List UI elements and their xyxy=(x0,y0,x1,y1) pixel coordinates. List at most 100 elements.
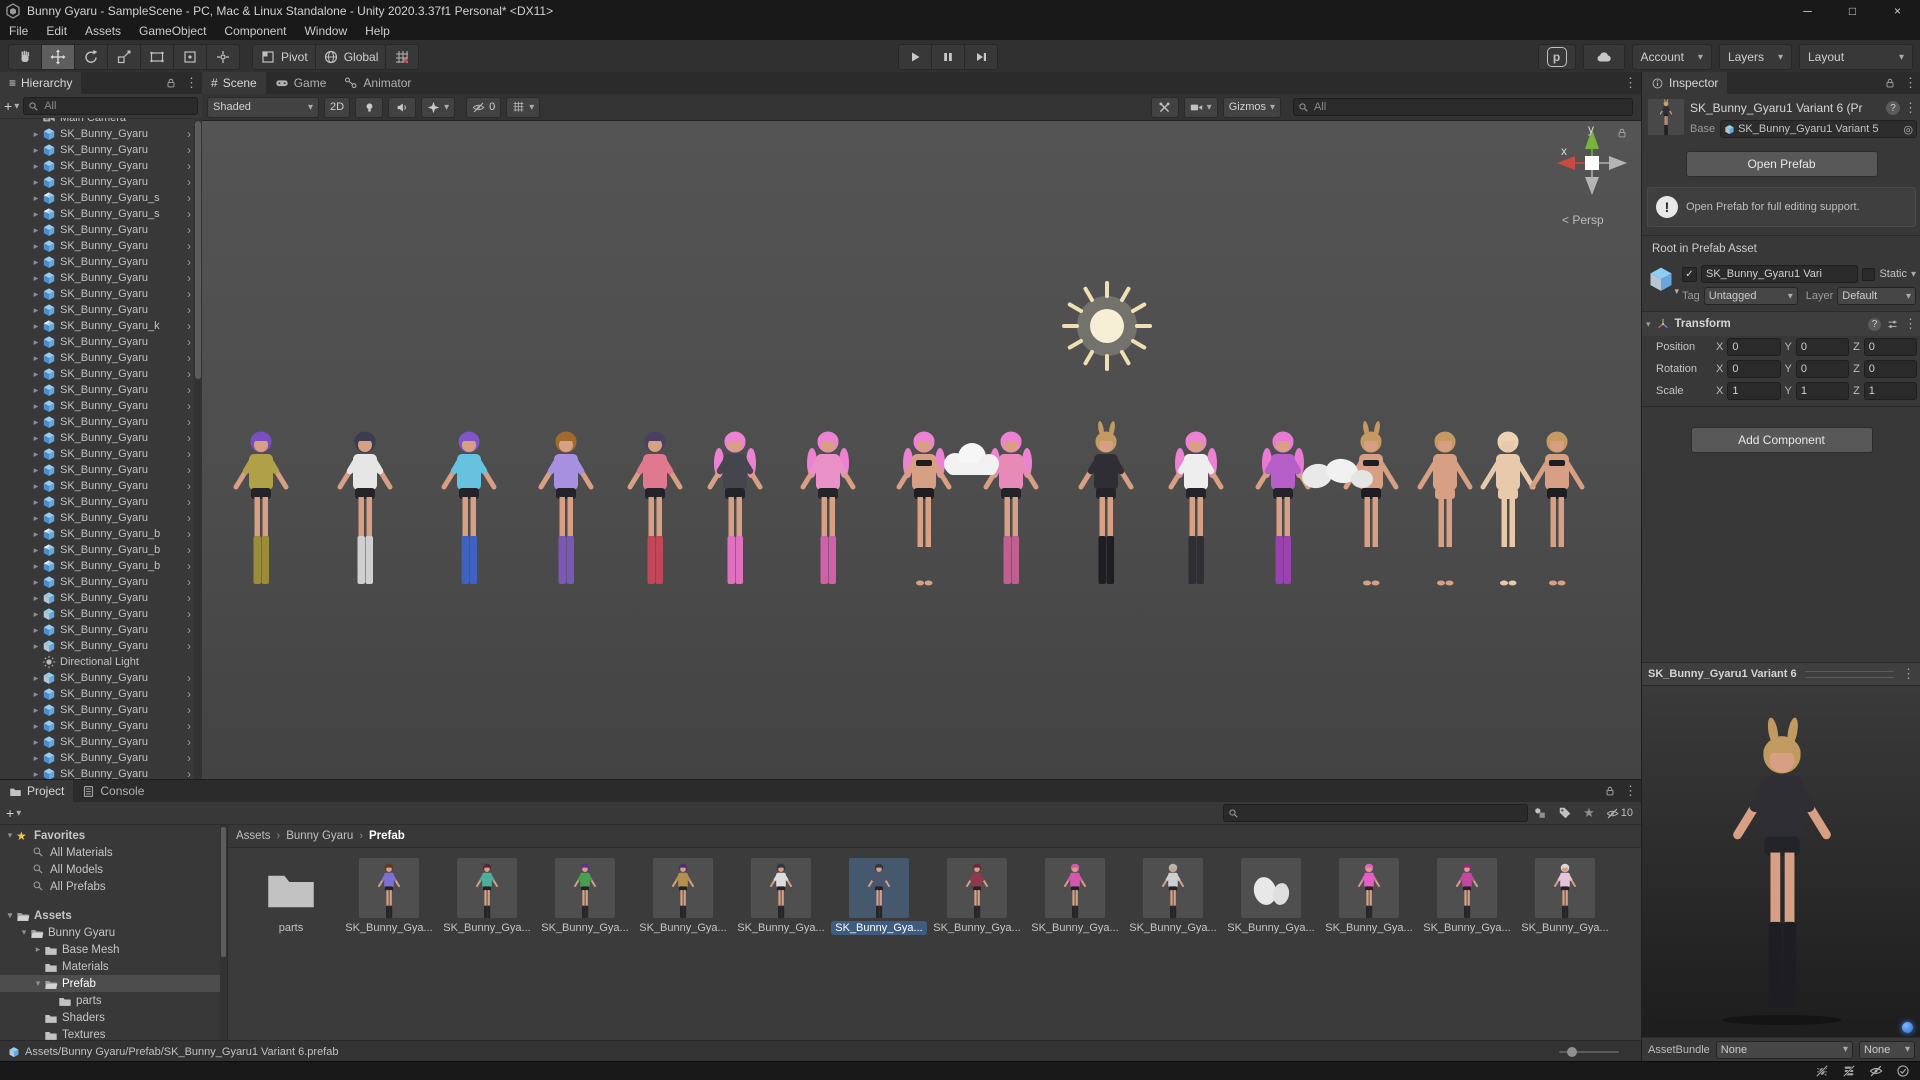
open-prefab-button[interactable]: Open Prefab xyxy=(1686,151,1878,177)
menu-item-help[interactable]: Help xyxy=(356,22,399,40)
open-prefab-chevron-icon[interactable]: › xyxy=(187,399,191,413)
hierarchy-scrollbar[interactable] xyxy=(194,118,202,779)
menu-item-gameobject[interactable]: GameObject xyxy=(130,22,215,40)
scene-character[interactable] xyxy=(424,421,514,596)
global-toggle-button[interactable]: Global xyxy=(316,44,387,70)
hierarchy-item[interactable]: ▸SK_Bunny_Gyaru› xyxy=(0,174,194,190)
hierarchy-item[interactable]: ▸SK_Bunny_Gyaru› xyxy=(0,334,194,350)
slider-knob[interactable] xyxy=(1567,1047,1577,1057)
base-prefab-field[interactable]: SK_Bunny_Gyaru1 Variant 5 ◎ xyxy=(1720,120,1917,138)
folder-tree-item[interactable]: Shaders xyxy=(0,1009,227,1026)
scene-character[interactable] xyxy=(1151,421,1241,596)
hierarchy-item[interactable]: ▸SK_Bunny_Gyaru› xyxy=(0,686,194,702)
hierarchy-item[interactable]: ▸SK_Bunny_Gyaru› xyxy=(0,270,194,286)
folder-tree-item[interactable]: parts xyxy=(0,992,227,1009)
gameobject-variant-icon[interactable] xyxy=(1647,265,1677,293)
preview-viewport[interactable] xyxy=(1642,686,1920,1039)
open-prefab-chevron-icon[interactable]: › xyxy=(187,383,191,397)
object-picker-icon[interactable]: ◎ xyxy=(1903,123,1913,136)
menu-item-component[interactable]: Component xyxy=(215,22,295,40)
open-prefab-chevron-icon[interactable]: › xyxy=(187,223,191,237)
close-button[interactable]: × xyxy=(1875,0,1920,22)
search-by-label-icon[interactable] xyxy=(1558,806,1572,820)
asset-item[interactable]: SK_Bunny_Gya... xyxy=(1026,858,1124,935)
open-prefab-chevron-icon[interactable]: › xyxy=(187,719,191,733)
foldout-icon[interactable]: ▸ xyxy=(30,593,42,604)
foldout-icon[interactable]: ▸ xyxy=(30,305,42,316)
open-prefab-chevron-icon[interactable]: › xyxy=(187,559,191,573)
foldout-icon[interactable]: ▸ xyxy=(30,177,42,188)
open-prefab-chevron-icon[interactable]: › xyxy=(187,239,191,253)
open-prefab-chevron-icon[interactable]: › xyxy=(187,751,191,765)
debugger-disabled-icon[interactable] xyxy=(1815,1064,1829,1078)
foldout-icon[interactable]: ▸ xyxy=(30,513,42,524)
open-prefab-chevron-icon[interactable]: › xyxy=(187,591,191,605)
foldout-icon[interactable]: ▸ xyxy=(30,353,42,364)
hierarchy-item[interactable]: ▸SK_Bunny_Gyaru› xyxy=(0,734,194,750)
favorites-item[interactable]: All Models xyxy=(0,861,227,878)
scene-viewport[interactable]: y x < Persp xyxy=(202,121,1641,779)
scene-character[interactable] xyxy=(1512,421,1602,596)
hierarchy-item[interactable]: ▸SK_Bunny_Gyaru› xyxy=(0,238,194,254)
menu-item-window[interactable]: Window xyxy=(295,22,356,40)
hidden-objects-button[interactable]: 0 xyxy=(466,97,501,118)
hierarchy-item[interactable]: ▸SK_Bunny_Gyaru› xyxy=(0,414,194,430)
minimize-button[interactable]: ─ xyxy=(1785,0,1830,22)
foldout-icon[interactable]: ▸ xyxy=(30,257,42,268)
asset-item[interactable]: SK_Bunny_Gya... xyxy=(536,858,634,935)
hierarchy-item[interactable]: ▸SK_Bunny_Gyaru› xyxy=(0,254,194,270)
search-input[interactable] xyxy=(1242,806,1523,820)
foldout-icon[interactable]: ▸ xyxy=(30,401,42,412)
asset-item[interactable]: SK_Bunny_Gya... xyxy=(830,858,928,935)
preview-header[interactable]: SK_Bunny_Gyaru1 Variant 6 ⋮ xyxy=(1642,662,1920,686)
hierarchy-item[interactable]: ▸SK_Bunny_Gyaru› xyxy=(0,350,194,366)
layout-dropdown[interactable]: Layout ▾ xyxy=(1799,44,1913,70)
open-prefab-chevron-icon[interactable]: › xyxy=(187,703,191,717)
hierarchy-item[interactable]: ▸SK_Bunny_Gyaru› xyxy=(0,622,194,638)
foldout-icon[interactable]: ▸ xyxy=(30,577,42,588)
tab-animator[interactable]: Animator xyxy=(335,72,420,94)
x-field[interactable]: 0 xyxy=(1727,360,1780,378)
grid-visibility-dropdown[interactable]: ▾ xyxy=(506,97,540,118)
maximize-button[interactable]: □ xyxy=(1830,0,1875,22)
lock-icon[interactable] xyxy=(1884,77,1896,89)
open-prefab-chevron-icon[interactable]: › xyxy=(187,175,191,189)
layer-dropdown[interactable]: Default ▾ xyxy=(1837,287,1916,305)
scene-character[interactable] xyxy=(1238,421,1328,596)
pause-button[interactable] xyxy=(932,44,965,70)
z-field[interactable]: 0 xyxy=(1864,338,1917,356)
foldout-icon[interactable]: ▸ xyxy=(30,673,42,684)
open-prefab-chevron-icon[interactable]: › xyxy=(187,767,191,779)
gameobject-name-field[interactable]: SK_Bunny_Gyaru1 Vari xyxy=(1701,265,1858,283)
open-prefab-chevron-icon[interactable]: › xyxy=(187,527,191,541)
open-prefab-chevron-icon[interactable]: › xyxy=(187,415,191,429)
open-prefab-chevron-icon[interactable]: › xyxy=(187,351,191,365)
y-field[interactable]: 1 xyxy=(1796,382,1849,400)
hierarchy-item[interactable]: ▸SK_Bunny_Gyaru› xyxy=(0,478,194,494)
search-by-type-icon[interactable] xyxy=(1533,806,1547,820)
breadcrumb-item[interactable]: Prefab xyxy=(369,830,405,842)
hierarchy-item[interactable]: ▸SK_Bunny_Gyaru› xyxy=(0,382,194,398)
shading-mode-dropdown[interactable]: Shaded ▾ xyxy=(207,97,319,118)
tag-dropdown[interactable]: Untagged ▾ xyxy=(1704,287,1798,305)
hierarchy-item[interactable]: ▸SK_Bunny_Gyaru_b› xyxy=(0,558,194,574)
kebab-menu-icon[interactable]: ⋮ xyxy=(1902,666,1915,682)
tab-inspector[interactable]: Inspector xyxy=(1642,72,1727,94)
thumbnail-zoom-slider[interactable] xyxy=(1559,1051,1619,1053)
foldout-icon[interactable]: ▸ xyxy=(30,273,42,284)
foldout-icon[interactable]: ▸ xyxy=(30,641,42,652)
open-prefab-chevron-icon[interactable]: › xyxy=(187,191,191,205)
scale-tool-button[interactable] xyxy=(108,44,141,70)
open-prefab-chevron-icon[interactable]: › xyxy=(187,271,191,285)
hierarchy-item[interactable]: ▸SK_Bunny_Gyaru› xyxy=(0,126,194,142)
asset-item[interactable]: SK_Bunny_Gya... xyxy=(1222,858,1320,935)
open-prefab-chevron-icon[interactable]: › xyxy=(187,143,191,157)
assetbundle-variant-dropdown[interactable]: None ▾ xyxy=(1859,1041,1915,1059)
z-field[interactable]: 0 xyxy=(1864,360,1917,378)
foldout-icon[interactable]: ▸ xyxy=(32,944,44,955)
foldout-icon[interactable]: ▸ xyxy=(30,289,42,300)
foldout-icon[interactable]: ▸ xyxy=(30,753,42,764)
pivot-toggle-button[interactable]: Pivot xyxy=(252,44,316,70)
scene-character[interactable] xyxy=(1061,421,1151,596)
hierarchy-item[interactable]: ▸SK_Bunny_Gyaru› xyxy=(0,718,194,734)
